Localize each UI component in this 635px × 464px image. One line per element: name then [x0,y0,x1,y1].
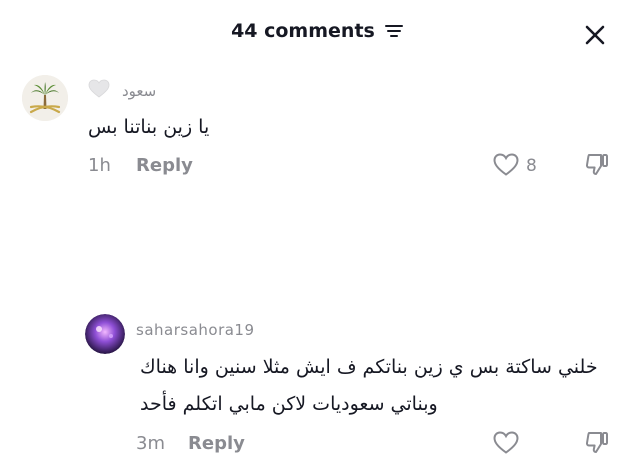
heart-icon[interactable] [493,153,519,177]
timestamp: 3m [136,433,165,454]
avatar[interactable] [22,75,68,121]
heart-icon[interactable] [493,431,519,455]
comment-text-line-2: وبناتي سعوديات لاكن مابي اتكلم فأحد [140,393,438,415]
dislike-icon[interactable] [584,152,610,178]
heart-badge-icon [88,79,110,98]
comments-title: 44 comments [231,20,375,42]
timestamp: 1h [88,155,111,176]
palm-swords-emblem-icon [22,75,68,121]
avatar[interactable] [85,314,125,354]
comment-text: يا زين بناتنا بس [88,116,210,138]
dislike-icon[interactable] [584,430,610,456]
title-wrap: 44 comments [0,20,635,42]
reply-button[interactable]: Reply [136,155,193,176]
sort-icon[interactable] [384,23,404,39]
reply-button[interactable]: Reply [188,433,245,454]
username[interactable]: saharsahora19 [136,321,255,339]
like-count: 8 [526,156,537,176]
close-icon[interactable] [580,20,610,50]
comments-header: 44 comments [0,0,635,66]
purple-glow-avatar-icon [85,314,125,354]
username[interactable]: سعود [122,82,156,100]
comment-text-line-1: خلني ساكتة بس ي زين بناتكم ف ايش مثلا سن… [140,356,598,378]
